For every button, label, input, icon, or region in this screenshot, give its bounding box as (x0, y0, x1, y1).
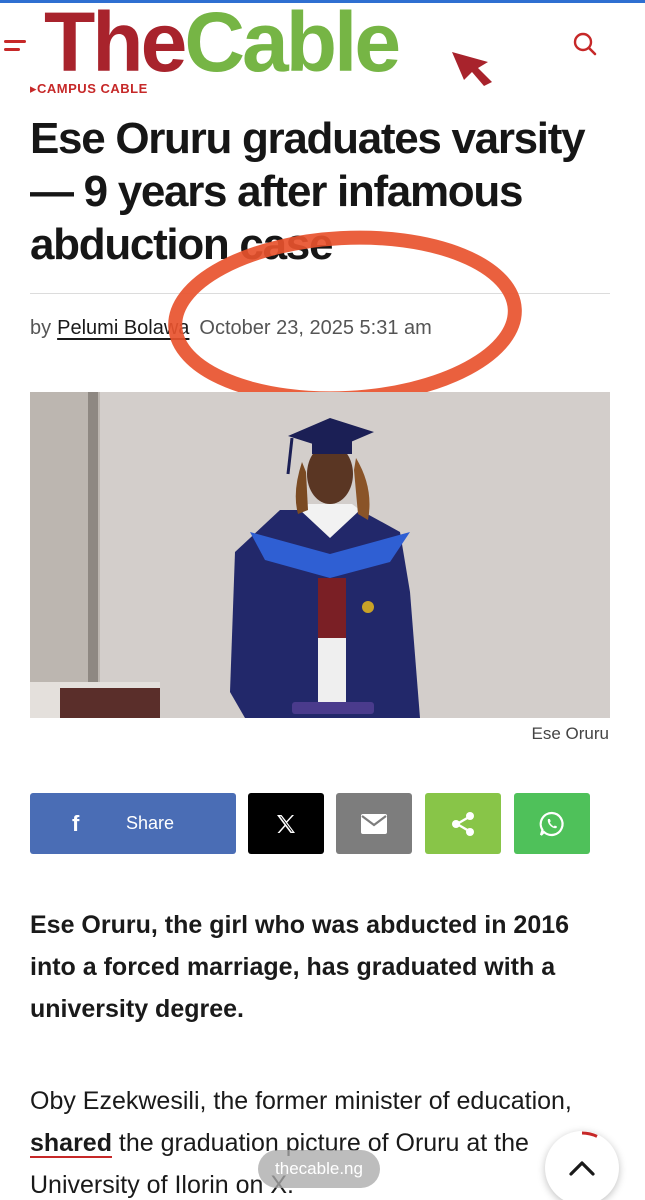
article-lead: Ese Oruru, the girl who was abducted in … (30, 911, 570, 1023)
share-icon (452, 811, 474, 836)
logo-the: The (44, 0, 187, 89)
whatsapp-icon (539, 811, 564, 836)
url-pill[interactable]: thecable.ng (258, 1150, 380, 1188)
hamburger-icon[interactable] (4, 36, 34, 56)
facebook-share-button[interactable]: f Share (30, 793, 236, 854)
divider (30, 293, 610, 294)
facebook-share-label: Share (125, 813, 175, 833)
whatsapp-share-button[interactable] (514, 793, 590, 854)
facebook-icon: f (72, 810, 80, 836)
x-share-button[interactable] (248, 793, 324, 854)
logo-cable: Cable (184, 0, 401, 89)
generic-share-button[interactable] (425, 793, 501, 854)
author-link[interactable]: Pelumi Bolawa (57, 317, 189, 339)
shared-link[interactable]: shared (30, 1129, 112, 1157)
x-icon (277, 814, 295, 833)
email-share-button[interactable] (336, 793, 412, 854)
site-header: The Cable (0, 0, 645, 88)
scroll-progress-ring (569, 1131, 598, 1176)
search-icon[interactable] (572, 31, 598, 57)
byline-prefix: by (30, 317, 52, 339)
site-logo[interactable]: The Cable (44, 0, 504, 84)
image-caption: Ese Oruru (531, 724, 609, 743)
logo-cursor-icon (452, 52, 492, 86)
category-label[interactable]: CAMPUS CABLE (30, 82, 148, 94)
mail-icon (361, 813, 387, 834)
publish-date: October 23, 2025 5:31 am (199, 317, 432, 339)
paragraph-text: Oby Ezekwesili, the former minister of e… (30, 1087, 572, 1115)
chevron-up-icon (569, 1161, 595, 1176)
article-headline: Ese Oruru graduates varsity — 9 years af… (30, 114, 586, 269)
article-photo (30, 392, 610, 718)
byline: by Pelumi Bolawa October 23, 2025 5:31 am (30, 317, 432, 340)
share-bar: f Share (30, 793, 610, 854)
scroll-to-top-button[interactable] (545, 1131, 619, 1200)
